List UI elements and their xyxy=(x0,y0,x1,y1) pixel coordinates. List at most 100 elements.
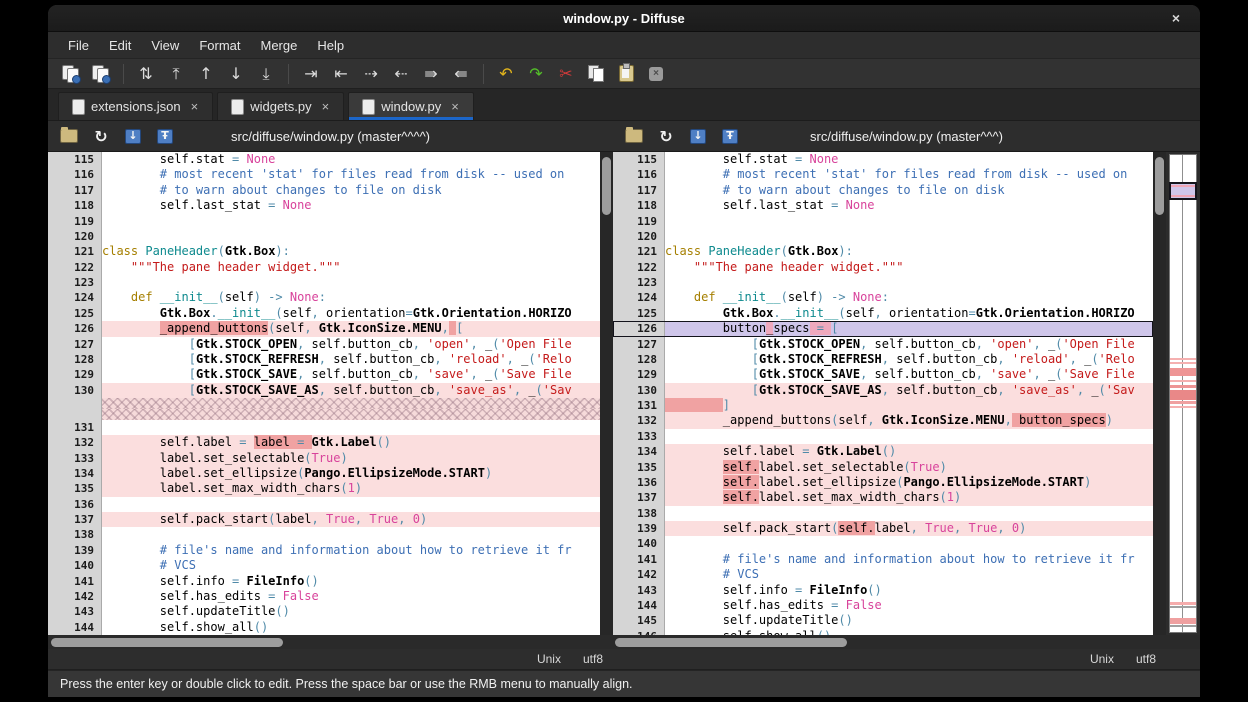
code-line[interactable]: 116 # most recent 'stat' for files read … xyxy=(613,167,1153,182)
right-vertical-scrollbar[interactable] xyxy=(1153,152,1166,635)
code-line[interactable]: 124 def __init__(self) -> None: xyxy=(613,290,1153,305)
code-line[interactable]: 135 label.set_max_width_chars(1) xyxy=(48,481,600,496)
left-horizontal-scrollbar-thumb[interactable] xyxy=(51,638,283,647)
code-line[interactable]: 145 self.updateTitle() xyxy=(613,613,1153,628)
code-line[interactable]: 126 _append_buttons(self, Gtk.IconSize.M… xyxy=(48,321,600,336)
code-line[interactable]: 117 # to warn about changes to file on d… xyxy=(613,183,1153,198)
code-line[interactable]: 126 button_specs = [ xyxy=(613,321,1153,336)
code-line[interactable]: 125 Gtk.Box.__init__(self, orientation=G… xyxy=(613,306,1153,321)
last-difference-button[interactable]: ⤓ xyxy=(251,61,281,86)
merge-from-left-then-right-button[interactable]: ⇛ xyxy=(416,61,446,86)
code-line[interactable]: 124 def __init__(self) -> None: xyxy=(48,290,600,305)
undo-button[interactable]: ↶ xyxy=(491,61,521,86)
tab-close-icon[interactable]: × xyxy=(451,99,459,114)
code-line[interactable]: 121class PaneHeader(Gtk.Box): xyxy=(48,244,600,259)
code-line[interactable]: 139 # file's name and information about … xyxy=(48,543,600,558)
code-line[interactable]: 118 self.last_stat = None xyxy=(613,198,1153,213)
title-bar[interactable]: window.py - Diffuse × xyxy=(48,5,1200,32)
code-line[interactable]: 144 self.show_all() xyxy=(48,620,600,635)
code-line[interactable]: 127 [Gtk.STOCK_OPEN, self.button_cb, 'op… xyxy=(48,337,600,352)
left-code-pane[interactable]: 115 self.stat = None116 # most recent 's… xyxy=(48,152,600,635)
diff-gap-row[interactable] xyxy=(48,398,600,409)
realign-all-button[interactable]: ⇅ xyxy=(131,61,161,86)
menu-view[interactable]: View xyxy=(141,35,189,56)
code-line[interactable]: 136 self.label.set_ellipsize(Pango.Ellip… xyxy=(613,475,1153,490)
code-line[interactable]: 117 # to warn about changes to file on d… xyxy=(48,183,600,198)
code-line[interactable]: 140 # VCS xyxy=(48,558,600,573)
code-line[interactable]: 141 self.info = FileInfo() xyxy=(48,574,600,589)
code-line[interactable]: 130 [Gtk.STOCK_SAVE_AS, self.button_cb, … xyxy=(613,383,1153,398)
window-close-button[interactable]: × xyxy=(1166,8,1186,28)
save-file-as-button[interactable]: Ŧ xyxy=(152,124,178,148)
right-horizontal-scrollbar[interactable] xyxy=(613,635,1153,649)
code-line[interactable]: 115 self.stat = None xyxy=(48,152,600,167)
left-vertical-scrollbar-thumb[interactable] xyxy=(602,157,611,215)
code-line[interactable]: 143 self.info = FileInfo() xyxy=(613,583,1153,598)
code-line[interactable]: 144 self.has_edits = False xyxy=(613,598,1153,613)
menu-edit[interactable]: Edit xyxy=(99,35,141,56)
next-difference-button[interactable]: ↓ xyxy=(221,61,251,86)
code-line[interactable]: 123 xyxy=(613,275,1153,290)
reload-file-button[interactable]: ↻ xyxy=(653,124,679,148)
overview-map[interactable] xyxy=(1169,154,1197,633)
code-line[interactable]: 134 label.set_ellipsize(Pango.EllipsizeM… xyxy=(48,466,600,481)
code-line[interactable]: 120 xyxy=(613,229,1153,244)
code-line[interactable]: 134 self.label = Gtk.Label() xyxy=(613,444,1153,459)
code-line[interactable]: 128 [Gtk.STOCK_REFRESH, self.button_cb, … xyxy=(613,352,1153,367)
save-file-button[interactable]: ↓ xyxy=(120,124,146,148)
tab-close-icon[interactable]: × xyxy=(191,99,199,114)
code-line[interactable]: 132 self.label = label = Gtk.Label() xyxy=(48,435,600,450)
code-line[interactable]: 125 Gtk.Box.__init__(self, orientation=G… xyxy=(48,306,600,321)
menu-file[interactable]: File xyxy=(58,35,99,56)
save-file-as-button[interactable]: Ŧ xyxy=(717,124,743,148)
code-line[interactable]: 118 self.last_stat = None xyxy=(48,198,600,213)
merge-from-right-then-left-button[interactable]: ⇚ xyxy=(446,61,476,86)
code-line[interactable]: 132 _append_buttons(self, Gtk.IconSize.M… xyxy=(613,413,1153,428)
code-line[interactable]: 138 xyxy=(48,527,600,542)
code-line[interactable]: 142 # VCS xyxy=(613,567,1153,582)
code-line[interactable]: 121class PaneHeader(Gtk.Box): xyxy=(613,244,1153,259)
paste-button[interactable] xyxy=(611,61,641,86)
cut-button[interactable]: ✂ xyxy=(551,61,581,86)
code-line[interactable]: 119 xyxy=(48,214,600,229)
code-line[interactable]: 139 self.pack_start(self.label, True, Tr… xyxy=(613,521,1153,536)
open-file-button[interactable] xyxy=(621,124,647,148)
right-horizontal-scrollbar-thumb[interactable] xyxy=(615,638,847,647)
tab-widgets.py[interactable]: widgets.py× xyxy=(217,92,344,120)
code-line[interactable]: 131 xyxy=(48,420,600,435)
first-difference-button[interactable]: ⤒ xyxy=(161,61,191,86)
shift-pane-right-button[interactable]: ⇥ xyxy=(296,61,326,86)
code-line[interactable]: 129 [Gtk.STOCK_SAVE, self.button_cb, 'sa… xyxy=(613,367,1153,382)
code-line[interactable]: 130 [Gtk.STOCK_SAVE_AS, self.button_cb, … xyxy=(48,383,600,398)
code-line[interactable]: 135 self.label.set_selectable(True) xyxy=(613,460,1153,475)
new-3way-file-merge-button[interactable] xyxy=(86,61,116,86)
code-line[interactable]: 123 xyxy=(48,275,600,290)
menu-help[interactable]: Help xyxy=(307,35,354,56)
code-line[interactable]: 128 [Gtk.STOCK_REFRESH, self.button_cb, … xyxy=(48,352,600,367)
tab-extensions.json[interactable]: extensions.json× xyxy=(58,92,213,120)
left-horizontal-scrollbar[interactable] xyxy=(48,635,600,649)
code-line[interactable]: 127 [Gtk.STOCK_OPEN, self.button_cb, 'op… xyxy=(613,337,1153,352)
overview-viewport-box[interactable] xyxy=(1169,182,1197,200)
code-line[interactable]: 142 self.has_edits = False xyxy=(48,589,600,604)
code-line[interactable]: 115 self.stat = None xyxy=(613,152,1153,167)
code-line[interactable]: 141 # file's name and information about … xyxy=(613,552,1153,567)
menu-merge[interactable]: Merge xyxy=(250,35,307,56)
code-line[interactable]: 116 # most recent 'stat' for files read … xyxy=(48,167,600,182)
diff-gap-row[interactable] xyxy=(48,409,600,420)
code-line[interactable]: 137 self.pack_start(label, True, True, 0… xyxy=(48,512,600,527)
code-line[interactable]: 143 self.updateTitle() xyxy=(48,604,600,619)
reload-file-button[interactable]: ↻ xyxy=(88,124,114,148)
copy-button[interactable] xyxy=(581,61,611,86)
copy-left-into-selection-button[interactable]: ⇢ xyxy=(356,61,386,86)
previous-difference-button[interactable]: ↑ xyxy=(191,61,221,86)
new-2way-file-merge-button[interactable] xyxy=(56,61,86,86)
code-line[interactable]: 129 [Gtk.STOCK_SAVE, self.button_cb, 'sa… xyxy=(48,367,600,382)
shift-pane-left-button[interactable]: ⇤ xyxy=(326,61,356,86)
code-line[interactable]: 138 xyxy=(613,506,1153,521)
tab-window.py[interactable]: window.py× xyxy=(348,92,474,120)
code-line[interactable]: 133 label.set_selectable(True) xyxy=(48,451,600,466)
copy-right-into-selection-button[interactable]: ⇠ xyxy=(386,61,416,86)
code-line[interactable]: 119 xyxy=(613,214,1153,229)
code-line[interactable]: 140 xyxy=(613,536,1153,551)
